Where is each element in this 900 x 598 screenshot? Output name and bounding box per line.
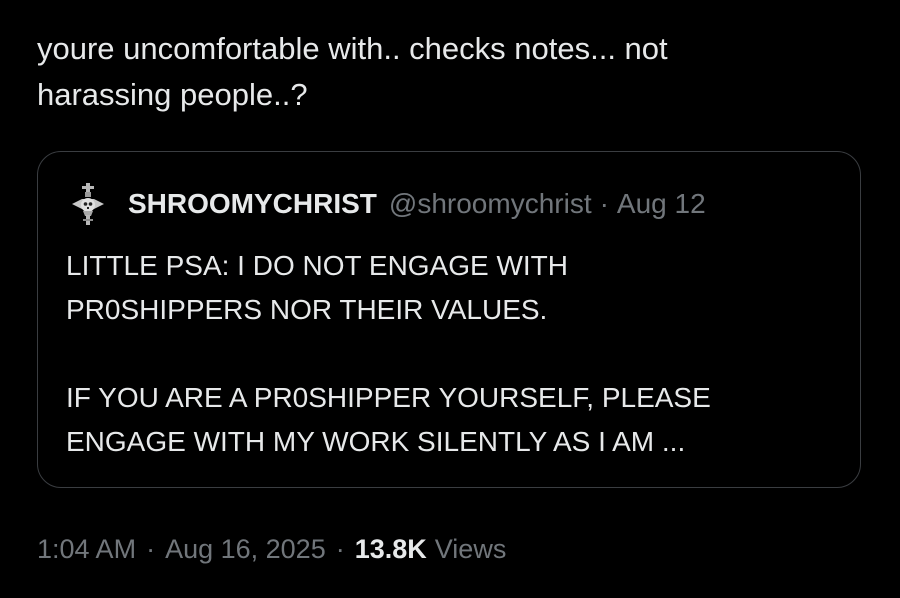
- quote-date[interactable]: Aug 12: [617, 188, 706, 220]
- quote-body-line: ENGAGE WITH MY WORK SILENTLY AS I AM ...: [66, 426, 686, 457]
- cross-skull-avatar-icon[interactable]: [66, 182, 110, 226]
- tweet-text: youre uncomfortable with.. checks notes.…: [37, 26, 857, 118]
- quote-header: SHROOMYCHRIST @shroomychrist · Aug 12: [66, 182, 706, 226]
- quote-handle[interactable]: @shroomychrist: [389, 188, 592, 220]
- separator-dot: ·: [146, 534, 156, 564]
- quote-body-line: PR0SHIPPERS NOR THEIR VALUES.: [66, 294, 548, 325]
- separator-dot: ·: [335, 534, 345, 564]
- tweet-date[interactable]: Aug 16, 2025: [165, 534, 326, 564]
- tweet-time[interactable]: 1:04 AM: [37, 534, 136, 564]
- separator-dot: ·: [599, 188, 609, 219]
- quote-body-line: IF YOU ARE A PR0SHIPPER YOURSELF, PLEASE: [66, 382, 711, 413]
- quoted-tweet-card[interactable]: SHROOMYCHRIST @shroomychrist · Aug 12 LI…: [37, 151, 861, 488]
- quote-display-name[interactable]: SHROOMYCHRIST: [128, 188, 377, 220]
- tweet-meta: 1:04 AM · Aug 16, 2025 · 13.8K Views: [37, 531, 506, 567]
- quote-body: LITTLE PSA: I DO NOT ENGAGE WITH PR0SHIP…: [66, 244, 826, 464]
- views-label: Views: [434, 534, 507, 564]
- tweet-text-line: harassing people..?: [37, 77, 308, 112]
- quote-body-line: LITTLE PSA: I DO NOT ENGAGE WITH: [66, 250, 569, 281]
- tweet-text-line: youre uncomfortable with.. checks notes.…: [37, 31, 668, 66]
- views-count[interactable]: 13.8K: [355, 534, 427, 564]
